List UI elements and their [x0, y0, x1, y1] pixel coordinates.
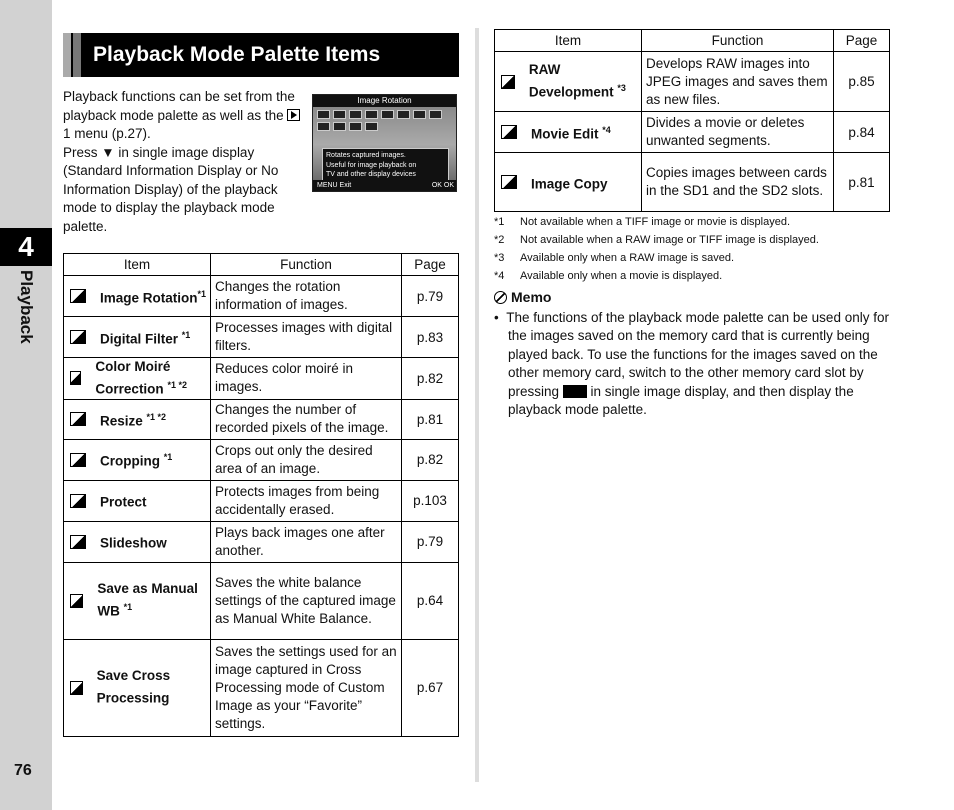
table-row: Protect Protects images from being accide… [63, 479, 459, 522]
palette-table-left: Item Function Page Image Rotation*1 Changes… [63, 253, 459, 737]
chapter-label: Playback [17, 270, 36, 344]
card-slot-button-icon [562, 384, 587, 398]
table-row: Cropping *1 Crops out only the desired ar… [63, 438, 459, 481]
page-number: 76 [14, 762, 32, 779]
protect-icon [70, 493, 86, 508]
raw-development-icon [501, 74, 515, 89]
page-ref: p.81 [401, 398, 459, 440]
function-cell: Protects images from being accidentally … [210, 479, 402, 522]
movie-edit-icon [501, 125, 517, 139]
table-row: Save as Manual WB *1 Saves the white bala… [63, 561, 459, 640]
resize-icon [70, 412, 86, 426]
page-ref: p.103 [401, 479, 459, 522]
table-row: RAW Development *3 Develops RAW images in… [494, 51, 890, 112]
save-manual-wb-icon [70, 593, 84, 608]
column-divider [475, 28, 479, 782]
page-ref: p.82 [401, 357, 459, 400]
color-moire-icon [70, 371, 82, 386]
memo-icon [494, 291, 507, 304]
table-row: Resize *1 *2 Changes the number of record… [63, 398, 459, 440]
function-cell: Saves the white balance settings of the … [210, 561, 402, 640]
chapter-number: 4 [0, 228, 52, 266]
memo: Memo • The functions of the playback mod… [494, 289, 889, 417]
function-cell: Processes images with digital filters. [210, 316, 402, 358]
page-ref: p.85 [833, 51, 890, 112]
save-cross-processing-icon [70, 680, 83, 695]
page-ref: p.83 [401, 316, 459, 358]
intro-text: Playback functions can be set from the p… [63, 88, 303, 236]
function-cell: Plays back images one after another. [210, 520, 402, 563]
function-cell: Crops out only the desired area of an im… [210, 438, 402, 481]
table-row: Digital Filter *1 Processes images with d… [63, 316, 459, 358]
slideshow-icon [70, 534, 86, 549]
table-row: Color Moiré Correction *1 *2 Reduces colo… [63, 357, 459, 400]
function-cell: Changes the rotation information of imag… [210, 275, 402, 317]
table-row: Save Cross Processing Saves the settings … [63, 638, 459, 737]
function-cell: Changes the number of recorded pixels of… [210, 398, 402, 440]
page-ref: p.82 [401, 438, 459, 481]
function-cell: Develops RAW images into JPEG images and… [641, 51, 834, 112]
digital-filter-icon [70, 330, 86, 344]
chapter-sidebar [0, 0, 52, 810]
page-ref: p.84 [833, 111, 890, 153]
camera-screen-image: Image Rotation Rotates captured images. U… [312, 94, 457, 192]
table-row: Image Copy Copies images between cards in… [494, 152, 890, 212]
function-cell: Reduces color moiré in images. [210, 357, 402, 400]
page-ref: p.79 [401, 520, 459, 563]
table-row: Slideshow Plays back images one after ano… [63, 520, 459, 563]
function-cell: Copies images between cards in the SD1 a… [641, 152, 834, 212]
cropping-icon [70, 452, 86, 467]
footnotes: *1 Not available when a TIFF image or mov… [494, 216, 819, 282]
image-copy-icon [501, 175, 517, 189]
table-row: Image Rotation*1 Changes the rotation inf… [63, 275, 459, 317]
function-cell: Saves the settings used for an image cap… [210, 638, 402, 737]
page-ref: p.64 [401, 561, 459, 640]
page-ref: p.67 [401, 638, 459, 737]
table-row: Movie Edit *4 Divides a movie or deletes … [494, 111, 890, 153]
image-rotation-icon [70, 289, 86, 303]
palette-table-right: Item Function Page RAW Development *3 Devel… [494, 29, 890, 212]
page-ref: p.81 [833, 152, 890, 212]
playback-icon [287, 108, 301, 121]
function-cell: Divides a movie or deletes unwanted segm… [641, 111, 834, 153]
page-ref: p.79 [401, 275, 459, 317]
page-title: Playback Mode Palette Items [63, 33, 459, 77]
